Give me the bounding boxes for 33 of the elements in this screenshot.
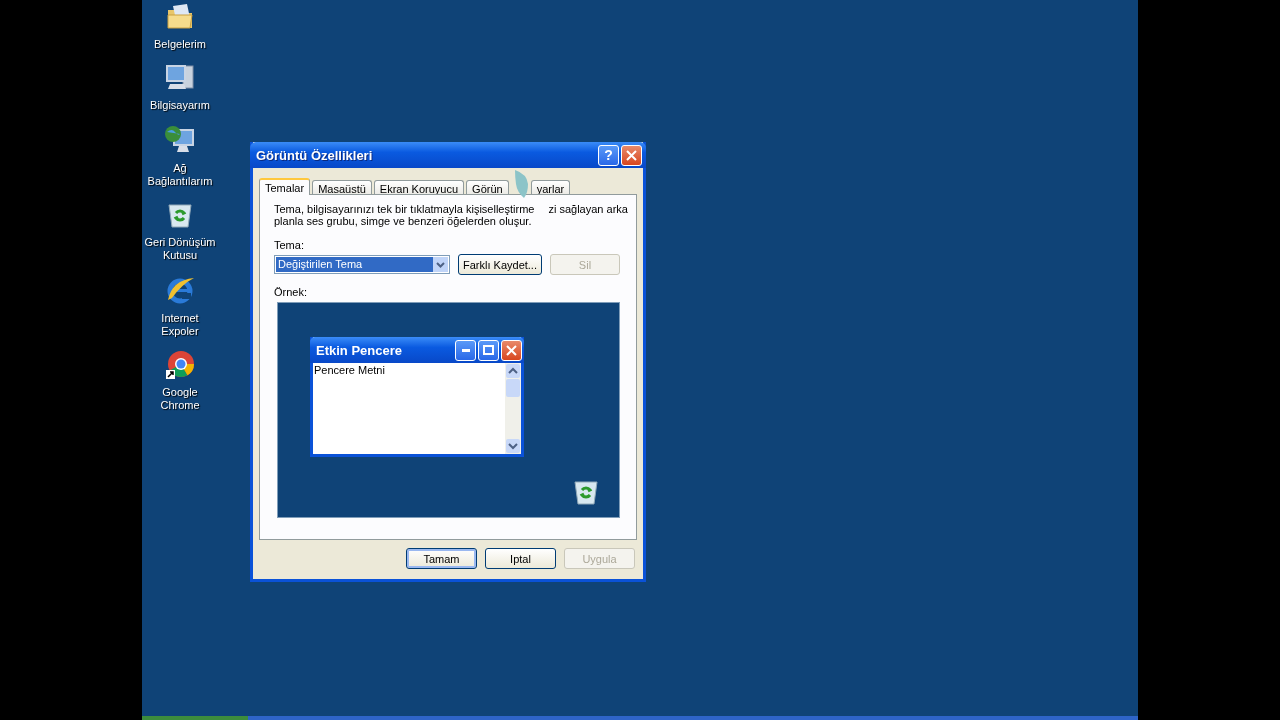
desktop-icon-label[interactable]: Internet Expoler <box>142 312 218 338</box>
desktop-icon-label[interactable]: Bilgisayarım <box>148 99 212 112</box>
preview-label: Örnek: <box>274 286 308 298</box>
close-button[interactable] <box>621 144 642 166</box>
ok-button[interactable]: Tamam <box>406 548 477 569</box>
folder-icon <box>165 2 195 32</box>
start-button[interactable] <box>142 716 248 720</box>
close-icon <box>506 344 517 356</box>
description-text: Tema, bilgisayarınızı tek bir tıklatmayla kişiselleştirme <box>274 203 535 215</box>
preview-window-text: Pencere Metni <box>313 363 386 377</box>
minimize-icon <box>461 348 470 352</box>
tab[interactable]: Masaüstü <box>312 180 372 194</box>
description-text: planla ses grubu, simge ve benzeri öğelerden oluşur. <box>274 215 532 227</box>
caret-icon <box>433 257 448 272</box>
tab[interactable]: yarlar <box>530 180 571 194</box>
description-text: zi sağlayan arka <box>548 203 628 215</box>
desktop-icon-label[interactable]: Belgelerim <box>152 38 208 51</box>
desktop-icon-label[interactable]: Geri Dönüşüm Kutusu <box>142 236 218 262</box>
window-title: Görüntü Özellikleri <box>256 147 374 163</box>
feather-cursor-icon <box>512 169 529 199</box>
maximize-icon <box>483 345 494 355</box>
preview-window-title: Etkin Pencere <box>316 342 403 358</box>
theme-label: Tema: <box>274 239 305 251</box>
tab[interactable]: Ekran Koruyucu <box>373 180 465 194</box>
chrome-icon <box>165 350 195 380</box>
cancel-button[interactable]: Iptal <box>485 548 556 569</box>
desktop-icon-label[interactable]: Ağ Bağlantılarım <box>142 162 218 188</box>
theme-dropdown[interactable]: Değiştirilen Tema <box>274 255 450 274</box>
desktop-icon-label[interactable]: Google Chrome <box>142 386 218 412</box>
tab[interactable]: Temalar <box>259 178 311 195</box>
save-as-button[interactable]: Farklı Kaydet... <box>458 254 542 275</box>
close-icon <box>626 149 637 161</box>
tab[interactable]: Görün <box>466 180 509 194</box>
